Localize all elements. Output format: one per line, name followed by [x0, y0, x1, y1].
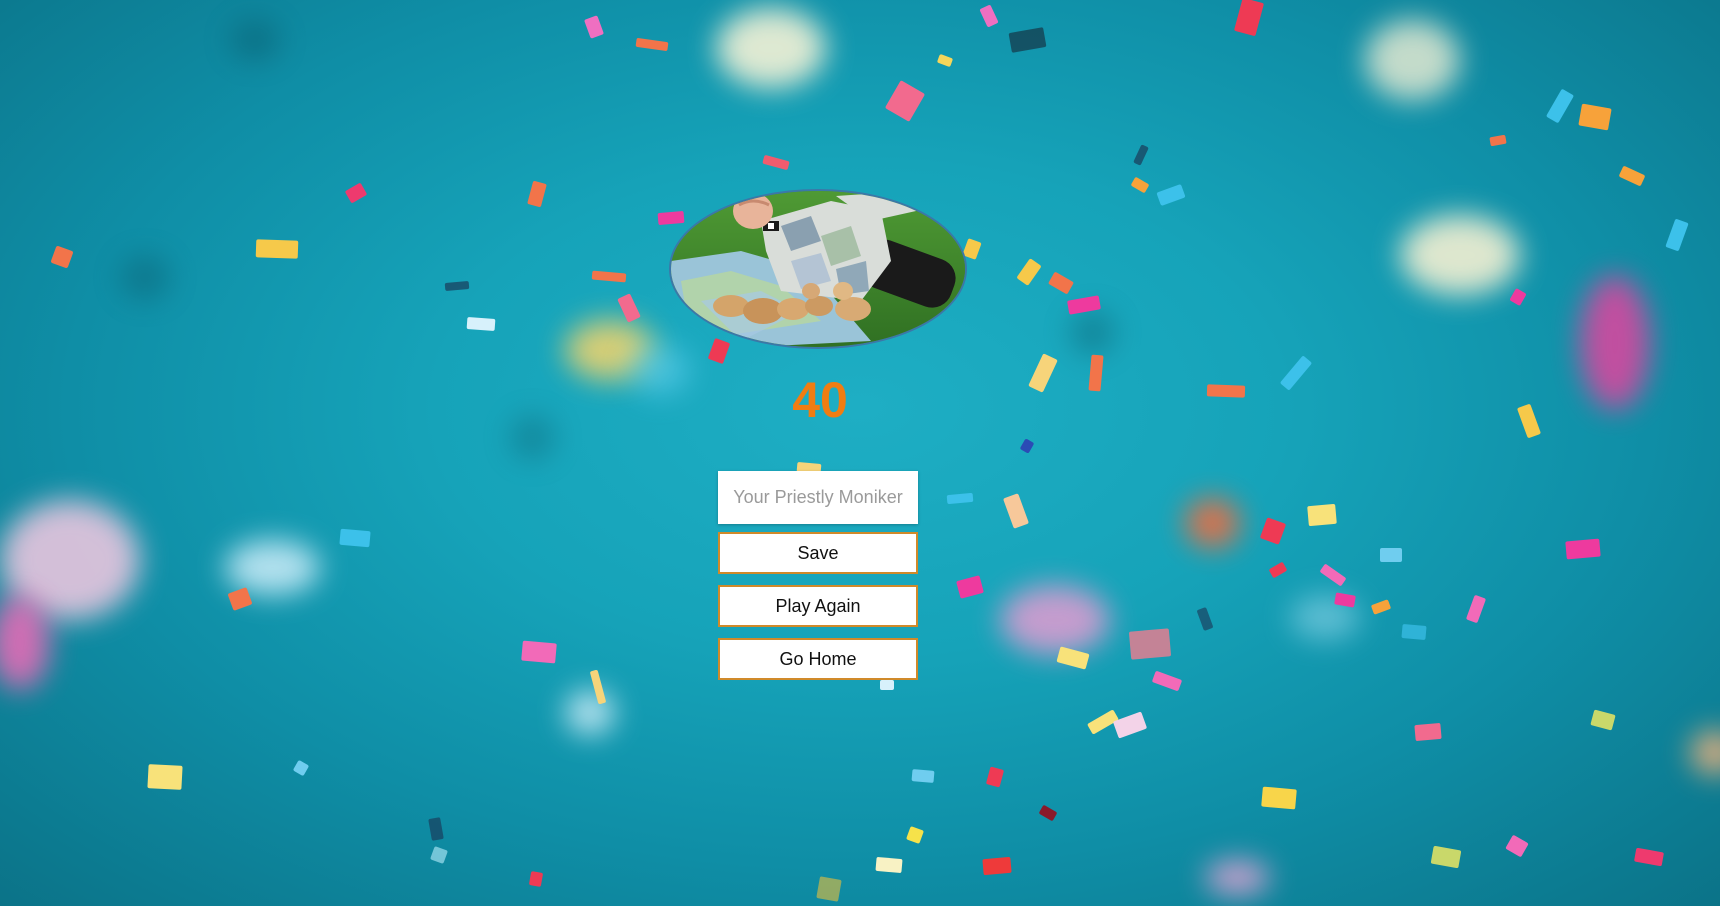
end-screen: 40 Save Play Again Go Home	[0, 0, 1720, 906]
save-button[interactable]: Save	[718, 532, 918, 574]
priest-with-puppies-photo	[669, 189, 967, 349]
priestly-moniker-input[interactable]	[718, 471, 918, 524]
avatar-illustration	[671, 191, 965, 347]
end-screen-panel: 40 Save Play Again Go Home	[0, 0, 1720, 906]
final-score: 40	[792, 372, 848, 428]
go-home-button[interactable]: Go Home	[718, 638, 918, 680]
play-again-button[interactable]: Play Again	[718, 585, 918, 627]
